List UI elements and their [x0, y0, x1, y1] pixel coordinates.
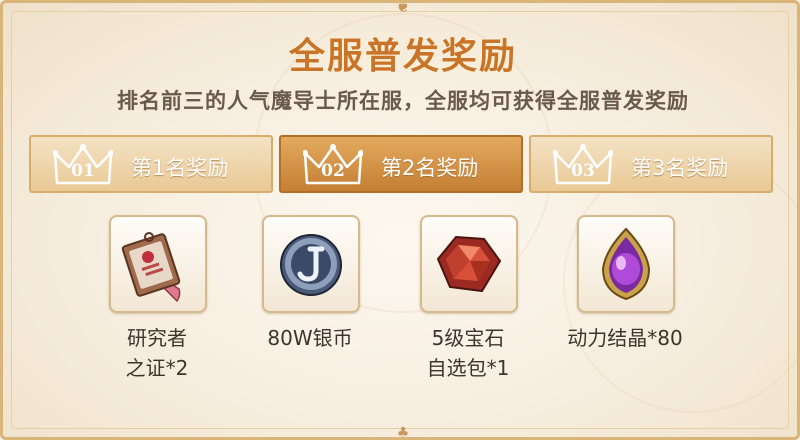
tab-rank-2[interactable]: 02 第2名奖励: [279, 135, 523, 193]
red-gem-icon: [436, 235, 502, 293]
reward-name: 80W银币: [240, 323, 380, 353]
tab-label: 第2名奖励: [381, 156, 479, 180]
reward-name-line1: 80W银币: [267, 326, 353, 350]
reward-icon-frame: [262, 215, 360, 313]
reward-name: 5级宝石 自选包*1: [398, 323, 538, 383]
tab-number: 02: [321, 161, 345, 181]
reward-icon-frame: [577, 215, 675, 313]
bottom-ornament-icon: ♣: [396, 425, 410, 440]
silver-coin-icon: [280, 234, 342, 296]
reward-list: 研究者 之证*2 80W银币 5级宝石 自选包*1 动力结晶*80: [3, 215, 797, 405]
top-ornament-icon: ❦: [395, 0, 411, 17]
reward-name-line1: 动力结晶*80: [567, 326, 683, 350]
reward-item-power-crystal[interactable]: 动力结晶*80: [555, 215, 695, 405]
page-title: 全服普发奖励: [288, 36, 517, 77]
tab-label: 第1名奖励: [131, 156, 229, 180]
reward-item-researcher-badge[interactable]: 研究者 之证*2: [87, 215, 227, 405]
tab-label: 第3名奖励: [631, 156, 729, 180]
power-crystal-icon: [601, 227, 651, 301]
reward-icon-frame: [420, 215, 518, 313]
reward-item-gem-pack[interactable]: 5级宝石 自选包*1: [398, 215, 538, 405]
tab-number: 03: [571, 161, 595, 181]
reward-name-line2: 自选包*1: [426, 356, 510, 380]
reward-icon-frame: [109, 215, 207, 313]
tab-rank-1[interactable]: 01 第1名奖励: [29, 135, 273, 193]
tab-number: 01: [71, 161, 95, 181]
rank-tabs: 01 第1名奖励 02 第2名奖励 03 第3名奖励: [29, 135, 777, 193]
reward-panel: ❦ 全服普发奖励 排名前三的人气魔导士所在服，全服均可获得全服普发奖励 01 第…: [0, 0, 800, 440]
reward-name-line2: 之证*2: [125, 356, 189, 380]
reward-name-line1: 5级宝石: [431, 326, 505, 350]
reward-name: 研究者 之证*2: [87, 323, 227, 383]
reward-item-silver-coin[interactable]: 80W银币: [240, 215, 380, 405]
page-subtitle: 排名前三的人气魔导士所在服，全服均可获得全服普发奖励: [117, 89, 689, 113]
reward-name: 动力结晶*80: [555, 323, 695, 353]
tab-rank-3[interactable]: 03 第3名奖励: [529, 135, 773, 193]
researcher-badge-icon: [121, 232, 181, 303]
reward-name-line1: 研究者: [127, 326, 187, 350]
